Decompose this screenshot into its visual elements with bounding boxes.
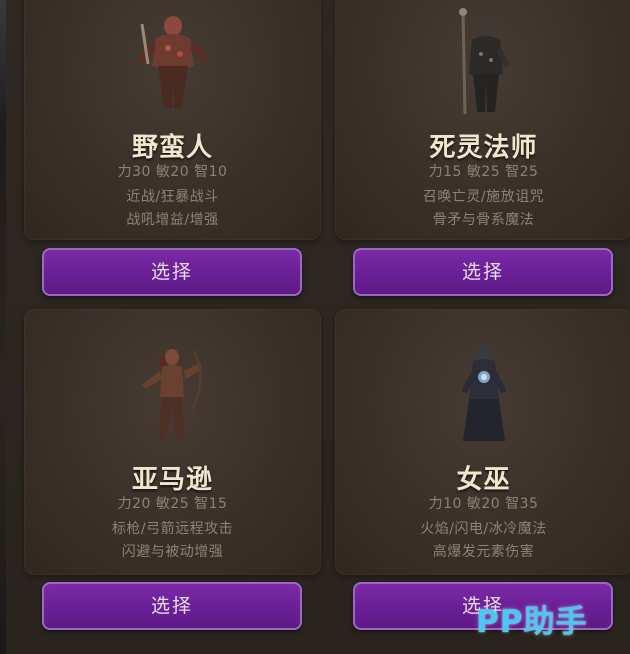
class-card-amazon: 亚马逊 力20 敏25 智15 标枪/弓箭远程攻击 闪避与被动增强 <box>24 309 321 575</box>
class-card-sorceress: 女巫 力10 敏20 智35 火焰/闪电/冰冷魔法 高爆发元素伤害 <box>335 309 630 575</box>
class-description-line2: 高爆发元素伤害 <box>432 544 535 560</box>
class-description-line1: 召唤亡灵/施放诅咒 <box>422 189 545 205</box>
necromancer-portrait-icon <box>458 8 509 115</box>
class-description-line2: 闪避与被动增强 <box>121 544 224 560</box>
class-stats: 力20 敏25 智15 <box>117 496 228 512</box>
class-stats: 力30 敏20 智10 <box>117 164 228 180</box>
class-description-line1: 火焰/闪电/冰冷魔法 <box>420 521 547 537</box>
class-stats: 力15 敏25 智25 <box>428 164 539 180</box>
class-card-barbarian: 野蛮人 力30 敏20 智10 近战/狂暴战斗 战吼增益/增强 <box>24 0 321 240</box>
class-description-line2: 战吼增益/增强 <box>126 212 219 228</box>
class-description-line1: 标枪/弓箭远程攻击 <box>111 521 234 537</box>
window-edge <box>0 0 6 654</box>
select-amazon-button[interactable]: 选择 <box>42 582 302 630</box>
class-description-line1: 近战/狂暴战斗 <box>126 189 219 205</box>
pp-assistant-watermark: PP助手 <box>476 604 588 640</box>
select-barbarian-button[interactable]: 选择 <box>42 248 302 296</box>
class-card-necromancer: 死灵法师 力15 敏25 智25 召唤亡灵/施放诅咒 骨矛与骨系魔法 <box>335 0 630 240</box>
barbarian-portrait-icon <box>137 16 208 108</box>
class-name: 亚马逊 <box>131 465 213 495</box>
class-description-line2: 骨矛与骨系魔法 <box>432 212 535 228</box>
class-stats: 力10 敏20 智35 <box>428 496 539 512</box>
select-necromancer-button[interactable]: 选择 <box>353 248 613 296</box>
class-name: 女巫 <box>456 465 511 495</box>
class-name: 野蛮人 <box>131 133 213 163</box>
class-select-screen: 野蛮人 力30 敏20 智10 近战/狂暴战斗 战吼增益/增强 死灵法师 力15… <box>0 0 630 654</box>
class-name: 死灵法师 <box>429 133 538 163</box>
amazon-portrait-icon <box>141 349 202 439</box>
sorceress-portrait-icon <box>460 345 507 441</box>
